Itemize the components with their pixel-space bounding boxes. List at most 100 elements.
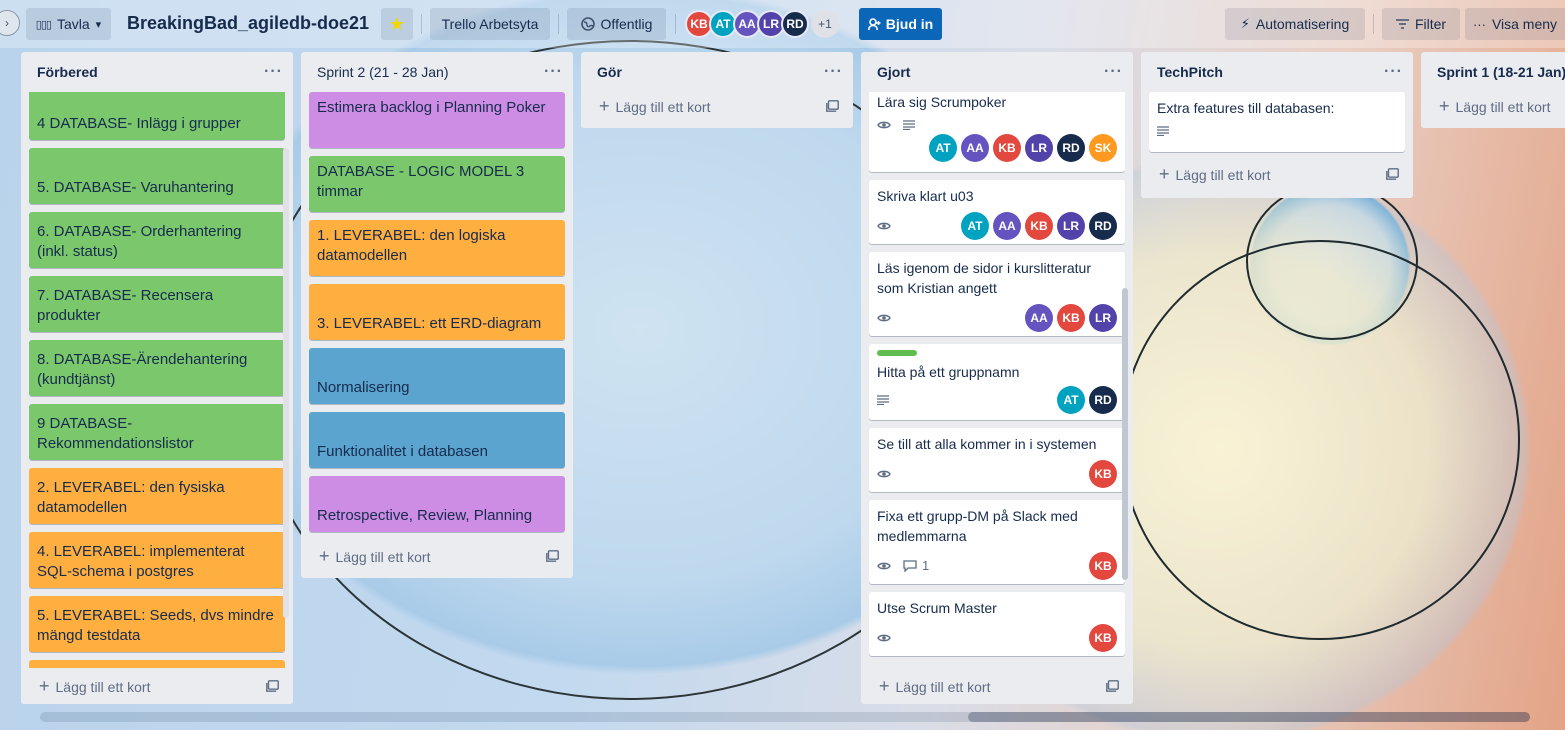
avatar[interactable]: AA <box>1025 304 1053 332</box>
header-divider <box>421 14 422 34</box>
list-menu-icon[interactable]: ··· <box>544 63 563 81</box>
card-title: Läs igenom de sidor i kurslitteratur som… <box>877 260 1091 296</box>
add-card-button[interactable]: + Lägg till ett kort <box>581 88 853 124</box>
card-template-icon[interactable] <box>546 550 559 562</box>
list-header[interactable]: Förbered ··· <box>21 52 293 92</box>
view-switcher-button[interactable]: ▯▯▯ Tavla ▾ <box>26 8 111 40</box>
list-title[interactable]: Sprint 1 (18-21 Jan) <box>1437 64 1565 80</box>
list-card[interactable]: 7. DATABASE- Recensera produkter <box>29 276 285 332</box>
board-title[interactable]: BreakingBad_agiledb-doe21 <box>127 13 369 34</box>
list-card[interactable]: 6. DATABASE- Orderhantering (inkl. statu… <box>29 212 285 268</box>
chevron-down-icon: ▾ <box>95 18 102 31</box>
list-title[interactable]: Gjort <box>877 64 910 80</box>
add-card-button[interactable]: + Lägg till ett kort <box>21 668 293 704</box>
automation-button[interactable]: ⚡ Automatisering <box>1225 8 1365 40</box>
list-card[interactable]: Hitta på ett gruppnamn AT RD <box>869 344 1125 420</box>
add-card-label: Lägg till ett kort <box>895 678 991 695</box>
list-card[interactable]: Lära sig Scrumpoker AT AA KB LR RD SK <box>869 92 1125 172</box>
list-card[interactable]: 3. LEVERABEL: ett ERD-diagram <box>309 284 565 340</box>
avatar[interactable]: RD <box>1089 212 1117 240</box>
list-card[interactable]: 4. LEVERABEL: implementerat SQL-schema i… <box>29 532 285 588</box>
list-card[interactable]: Skriva klart u03 AT AA KB LR RD <box>869 180 1125 244</box>
list-header[interactable]: Gör ··· <box>581 52 853 92</box>
list-card[interactable]: Utse Scrum Master KB <box>869 592 1125 656</box>
list-header[interactable]: Sprint 2 (21 - 28 Jan) ··· <box>301 52 573 92</box>
add-card-button[interactable]: + Lägg till ett kort <box>1141 156 1413 192</box>
avatar[interactable]: AA <box>993 212 1021 240</box>
list-card[interactable]: Fixa ett grupp-DM på Slack med medlemmar… <box>869 500 1125 584</box>
avatar[interactable]: AT <box>1057 386 1085 414</box>
avatar[interactable]: AT <box>961 212 989 240</box>
list-card[interactable]: 4 DATABASE- Inlägg i grupper <box>29 92 285 140</box>
avatar[interactable]: LR <box>1025 134 1053 162</box>
description-icon <box>903 120 915 130</box>
list-card[interactable]: 2. LEVERABEL: den fysiska datamodellen <box>29 468 285 524</box>
avatar[interactable]: LR <box>1089 304 1117 332</box>
list-card[interactable]: 1. LEVERABEL: den logiska datamodellen <box>309 220 565 276</box>
list-card[interactable]: 8. DATABASE-Ärendehantering (kundtjänst) <box>29 340 285 396</box>
card-title: Fixa ett grupp-DM på Slack med medlemmar… <box>877 508 1078 544</box>
add-card-button[interactable]: + Lägg till ett kort <box>1421 88 1565 124</box>
add-card-button[interactable]: + Lägg till ett kort <box>301 538 573 574</box>
card-members: KB <box>1089 624 1117 652</box>
avatar[interactable]: RD <box>1057 134 1085 162</box>
list-card[interactable]: 5. DATABASE- Varuhantering <box>29 148 285 204</box>
list-menu-icon[interactable]: ··· <box>1104 63 1123 81</box>
list-card[interactable]: 9 DATABASE- Rekommendationslistor <box>29 404 285 460</box>
list-title[interactable]: TechPitch <box>1157 64 1223 80</box>
invite-button[interactable]: Bjud in <box>859 8 942 40</box>
list-card[interactable] <box>29 660 285 668</box>
board-scrollbar-thumb[interactable] <box>968 712 1530 722</box>
card-title: 3. LEVERABEL: ett ERD-diagram <box>317 315 542 332</box>
list-title[interactable]: Förbered <box>37 64 98 80</box>
list-header[interactable]: TechPitch ··· <box>1141 52 1413 92</box>
workspace-button[interactable]: Trello Arbetsyta <box>430 8 550 40</box>
list-card[interactable]: Estimera backlog i Planning Poker <box>309 92 565 148</box>
sidebar-expand-icon[interactable]: › <box>0 10 20 36</box>
list-card[interactable]: Funktionalitet i databasen <box>309 412 565 468</box>
avatar[interactable]: KB <box>1089 624 1117 652</box>
avatar[interactable]: RD <box>1089 386 1117 414</box>
list-card[interactable]: 5. LEVERABEL: Seeds, dvs mindre mängd te… <box>29 596 285 652</box>
filter-button[interactable]: Filter <box>1382 8 1460 40</box>
list-card[interactable]: Retrospective, Review, Planning <box>309 476 565 532</box>
list-title[interactable]: Sprint 2 (21 - 28 Jan) <box>317 64 449 80</box>
show-menu-button[interactable]: ··· Visa meny <box>1465 8 1565 40</box>
list-menu-icon[interactable]: ··· <box>824 63 843 81</box>
list-menu-icon[interactable]: ··· <box>264 63 283 81</box>
list-card[interactable]: Se till att alla kommer in i systemen KB <box>869 428 1125 492</box>
card-title: Lära sig Scrumpoker <box>877 94 1007 110</box>
avatar[interactable]: KB <box>1057 304 1085 332</box>
avatar[interactable]: AA <box>961 134 989 162</box>
add-card-button[interactable]: + Lägg till ett kort <box>861 668 1133 704</box>
star-button[interactable]: ★ <box>381 8 413 40</box>
list-scrollbar[interactable] <box>283 148 289 618</box>
add-card-label: Lägg till ett kort <box>1455 98 1551 115</box>
card-template-icon[interactable] <box>826 100 839 112</box>
card-template-icon[interactable] <box>1386 168 1399 180</box>
card-template-icon[interactable] <box>1106 680 1119 692</box>
card-label[interactable] <box>877 350 917 356</box>
list-header[interactable]: Gjort ··· <box>861 52 1133 92</box>
visibility-button[interactable]: Offentlig <box>567 8 666 40</box>
list-card[interactable]: DATABASE - LOGIC MODEL 3 timmar <box>309 156 565 212</box>
list-menu-icon[interactable]: ··· <box>1384 63 1403 81</box>
list-card[interactable]: Extra features till databasen: <box>1149 92 1405 152</box>
list-card[interactable]: Läs igenom de sidor i kurslitteratur som… <box>869 252 1125 336</box>
more-members-count[interactable]: +1 <box>811 10 839 38</box>
avatar[interactable]: SK <box>1089 134 1117 162</box>
board-header: › ▯▯▯ Tavla ▾ BreakingBad_agiledb-doe21 … <box>0 0 1565 48</box>
list-scrollbar[interactable] <box>1122 288 1128 580</box>
card-template-icon[interactable] <box>266 680 279 692</box>
avatar[interactable]: KB <box>1089 460 1117 488</box>
list-title[interactable]: Gör <box>597 64 622 80</box>
avatar[interactable]: KB <box>1089 552 1117 580</box>
avatar[interactable]: KB <box>993 134 1021 162</box>
list-card[interactable]: Normalisering <box>309 348 565 404</box>
list-header[interactable]: Sprint 1 (18-21 Jan) <box>1421 52 1565 92</box>
description-icon <box>877 395 889 405</box>
avatar[interactable]: LR <box>1057 212 1085 240</box>
avatar[interactable]: KB <box>1025 212 1053 240</box>
avatar[interactable]: RD <box>781 10 809 38</box>
avatar[interactable]: AT <box>929 134 957 162</box>
